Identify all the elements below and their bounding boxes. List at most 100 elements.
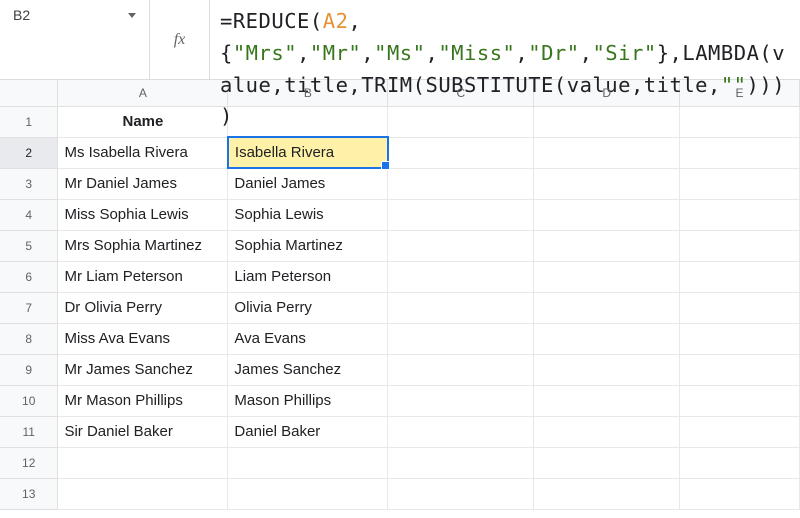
cell-E8[interactable] (680, 323, 800, 354)
cell-E10[interactable] (680, 385, 800, 416)
formula-token: , (515, 41, 528, 65)
cell-E5[interactable] (680, 230, 800, 261)
cell-B2[interactable]: Isabella Rivera (228, 137, 388, 168)
cell-A12[interactable] (58, 447, 228, 478)
formula-token: , (426, 41, 439, 65)
cell-E13[interactable] (680, 478, 800, 509)
cell-E1[interactable] (680, 106, 800, 137)
cell-B9[interactable]: James Sanchez (228, 354, 388, 385)
cell-A4[interactable]: Miss Sophia Lewis (58, 199, 228, 230)
cell-E9[interactable] (680, 354, 800, 385)
cell-C5[interactable] (388, 230, 534, 261)
cell-B11[interactable]: Daniel Baker (228, 416, 388, 447)
cell-C2[interactable] (388, 137, 534, 168)
cell-D9[interactable] (534, 354, 680, 385)
cell-C12[interactable] (388, 447, 534, 478)
cell-E3[interactable] (680, 168, 800, 199)
formula-token: "Miss" (438, 41, 515, 65)
cell-B4[interactable]: Sophia Lewis (228, 199, 388, 230)
formula-token: "Sir" (592, 41, 656, 65)
formula-token: "Mr" (310, 41, 361, 65)
cell-E7[interactable] (680, 292, 800, 323)
column-header-A[interactable]: A (58, 80, 228, 106)
row-header[interactable]: 6 (0, 261, 58, 292)
cell-A6[interactable]: Mr Liam Peterson (58, 261, 228, 292)
formula-token: , (580, 41, 593, 65)
name-box[interactable]: B2 (0, 0, 150, 79)
formula-input[interactable]: =REDUCE(A2,{"Mrs","Mr","Ms","Miss","Dr",… (210, 0, 800, 79)
cell-B5[interactable]: Sophia Martinez (228, 230, 388, 261)
cell-A8[interactable]: Miss Ava Evans (58, 323, 228, 354)
cell-D13[interactable] (534, 478, 680, 509)
cell-C6[interactable] (388, 261, 534, 292)
cell-C4[interactable] (388, 199, 534, 230)
cell-A7[interactable]: Dr Olivia Perry (58, 292, 228, 323)
cell-D5[interactable] (534, 230, 680, 261)
spreadsheet-grid[interactable]: ABCDE1Name2Ms Isabella RiveraIsabella Ri… (0, 80, 800, 510)
formula-bar: B2 fx =REDUCE(A2,{"Mrs","Mr","Ms","Miss"… (0, 0, 800, 80)
row-header[interactable]: 13 (0, 478, 58, 509)
cell-A1[interactable]: Name (58, 106, 228, 137)
formula-token: "Mrs" (233, 41, 297, 65)
cell-B6[interactable]: Liam Peterson (228, 261, 388, 292)
cell-D6[interactable] (534, 261, 680, 292)
cell-C11[interactable] (388, 416, 534, 447)
row-header[interactable]: 10 (0, 385, 58, 416)
cell-E11[interactable] (680, 416, 800, 447)
cell-C10[interactable] (388, 385, 534, 416)
cell-D3[interactable] (534, 168, 680, 199)
cell-C13[interactable] (388, 478, 534, 509)
cell-C8[interactable] (388, 323, 534, 354)
cell-B8[interactable]: Ava Evans (228, 323, 388, 354)
select-all-corner[interactable] (0, 80, 58, 106)
cell-E6[interactable] (680, 261, 800, 292)
row-header[interactable]: 9 (0, 354, 58, 385)
row-header[interactable]: 11 (0, 416, 58, 447)
cell-D10[interactable] (534, 385, 680, 416)
formula-token: A2 (323, 9, 349, 33)
cell-C7[interactable] (388, 292, 534, 323)
row-header[interactable]: 12 (0, 447, 58, 478)
fx-icon[interactable]: fx (150, 0, 210, 79)
cell-B10[interactable]: Mason Phillips (228, 385, 388, 416)
cell-E4[interactable] (680, 199, 800, 230)
chevron-down-icon[interactable] (128, 13, 136, 18)
cell-D1[interactable] (534, 106, 680, 137)
cell-D7[interactable] (534, 292, 680, 323)
cell-D12[interactable] (534, 447, 680, 478)
row-header[interactable]: 4 (0, 199, 58, 230)
cell-B3[interactable]: Daniel James (228, 168, 388, 199)
cell-A2[interactable]: Ms Isabella Rivera (58, 137, 228, 168)
cell-C9[interactable] (388, 354, 534, 385)
cell-C1[interactable] (388, 106, 534, 137)
cell-C3[interactable] (388, 168, 534, 199)
formula-token: "Ms" (374, 41, 425, 65)
cell-A10[interactable]: Mr Mason Phillips (58, 385, 228, 416)
cell-A5[interactable]: Mrs Sophia Martinez (58, 230, 228, 261)
cell-B7[interactable]: Olivia Perry (228, 292, 388, 323)
cell-D2[interactable] (534, 137, 680, 168)
formula-token: , (361, 41, 374, 65)
row-header[interactable]: 8 (0, 323, 58, 354)
row-header[interactable]: 7 (0, 292, 58, 323)
cell-D8[interactable] (534, 323, 680, 354)
formula-token: , (297, 41, 310, 65)
cell-D4[interactable] (534, 199, 680, 230)
row-header[interactable]: 3 (0, 168, 58, 199)
formula-token: =REDUCE( (220, 9, 323, 33)
cell-B13[interactable] (228, 478, 388, 509)
cell-A9[interactable]: Mr James Sanchez (58, 354, 228, 385)
cell-A13[interactable] (58, 478, 228, 509)
cell-D11[interactable] (534, 416, 680, 447)
formula-token: "Dr" (528, 41, 579, 65)
cell-E12[interactable] (680, 447, 800, 478)
row-header[interactable]: 5 (0, 230, 58, 261)
row-header[interactable]: 1 (0, 106, 58, 137)
cell-A11[interactable]: Sir Daniel Baker (58, 416, 228, 447)
cell-A3[interactable]: Mr Daniel James (58, 168, 228, 199)
row-header[interactable]: 2 (0, 137, 58, 168)
cell-B1[interactable] (228, 106, 388, 137)
cell-E2[interactable] (680, 137, 800, 168)
name-box-value: B2 (13, 7, 30, 23)
cell-B12[interactable] (228, 447, 388, 478)
